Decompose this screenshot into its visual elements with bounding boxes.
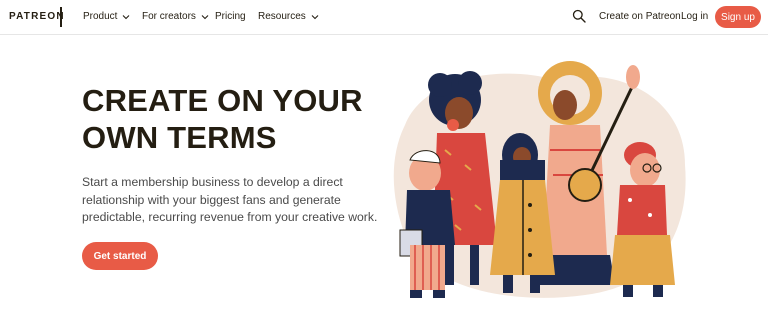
chevron-down-icon [201,13,209,21]
nav-item-label: For creators [142,11,196,22]
get-started-button[interactable]: Get started [82,242,158,270]
chevron-down-icon [311,13,319,21]
hero-subtitle: Start a membership business to develop a… [82,174,382,227]
patreon-logo[interactable]: PATREON [9,11,65,22]
signup-button[interactable]: Sign up [715,6,761,28]
nav-item-resources[interactable]: Resources [258,11,319,22]
nav-item-for-creators[interactable]: For creators [142,11,209,22]
hero-subtitle-line: predictable, recurring revenue from your… [82,210,378,224]
hero-title-line: OWN TERMS [82,120,277,155]
hero-subtitle-line: Start a membership business to develop a… [82,175,343,189]
nav-item-label: Product [83,11,118,22]
nav-item-pricing[interactable]: Pricing [215,11,246,22]
hero-title-line: CREATE ON YOUR [82,83,363,118]
nav-item-product[interactable]: Product [83,11,130,22]
create-on-patreon-link[interactable]: Create on Patreon [599,11,681,22]
top-nav: PATREON Product For creators Pricing Res… [0,0,768,35]
search-icon[interactable] [572,9,586,23]
hero-illustration [385,55,705,305]
logo-divider [60,7,62,27]
hero-subtitle-line: relationship with your biggest fans and … [82,192,341,207]
nav-item-label: Pricing [215,11,246,22]
nav-item-label: Resources [258,11,306,22]
hero-title: CREATE ON YOUR OWN TERMS [82,82,382,156]
login-link[interactable]: Log in [681,11,708,22]
chevron-down-icon [122,13,130,21]
